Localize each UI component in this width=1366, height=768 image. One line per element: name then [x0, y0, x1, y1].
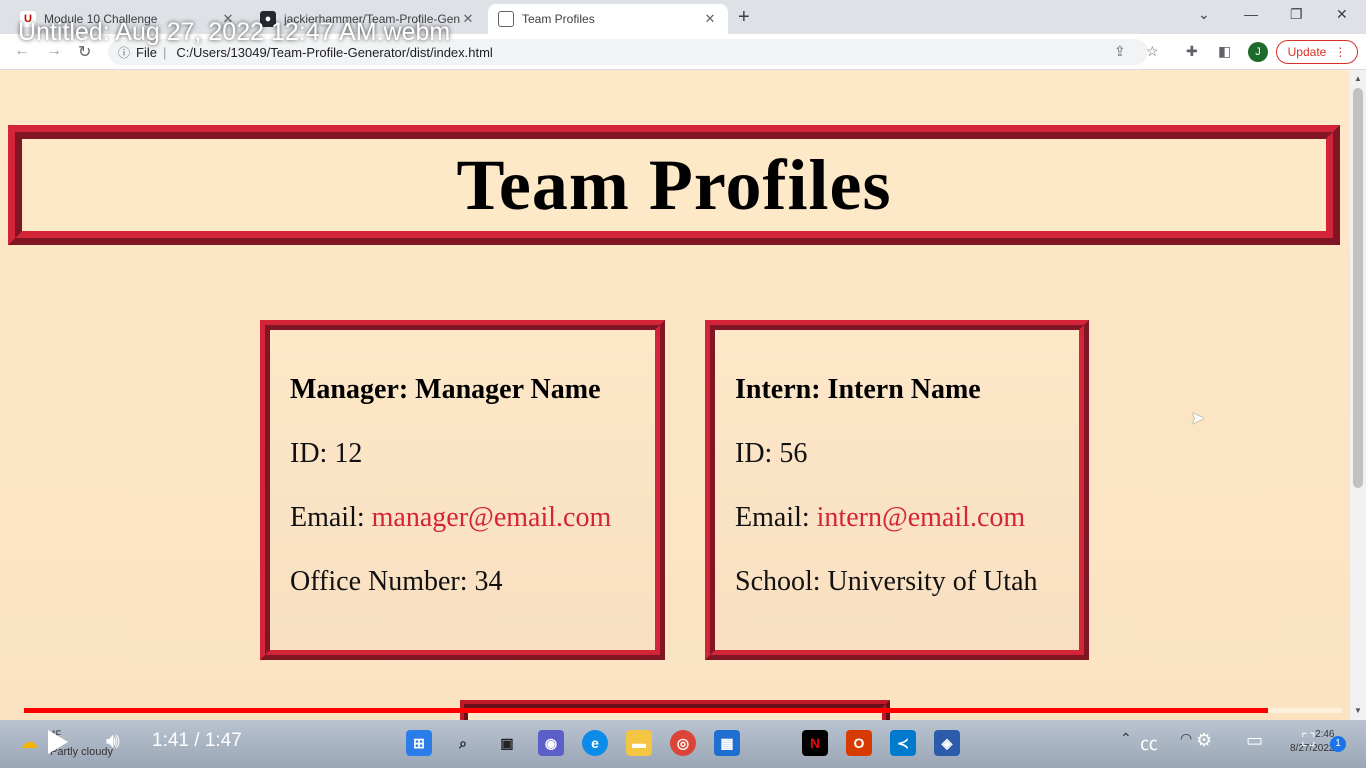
- card-email-row: Email: intern@email.com: [735, 502, 1059, 566]
- page-header: Team Profiles: [8, 125, 1340, 245]
- vscode-icon[interactable]: ≺: [890, 730, 916, 756]
- search-icon[interactable]: ⌕: [450, 730, 476, 756]
- windows-start-icon[interactable]: ⊞: [406, 730, 432, 756]
- card-id: ID: 56: [735, 438, 808, 469]
- video-control-bar: ☁ °F Partly cloudy 🔊︎ 1:41 / 1:47 ⊞ ⌕ ▣ …: [0, 720, 1366, 768]
- tab-search-icon[interactable]: ⌄: [1198, 6, 1210, 23]
- notification-badge[interactable]: 1: [1330, 736, 1346, 752]
- store-icon[interactable]: ▦: [714, 730, 740, 756]
- wifi-icon[interactable]: ◠: [1180, 730, 1192, 747]
- employee-card-manager: Manager: Manager Name ID: 12 Email: mana…: [260, 320, 665, 660]
- tab-team-profiles[interactable]: Team Profiles ✕: [488, 4, 728, 34]
- update-button[interactable]: Update ⋮: [1276, 40, 1358, 64]
- profile-avatar[interactable]: J: [1248, 42, 1268, 62]
- new-tab-button[interactable]: +: [738, 6, 750, 29]
- app-icon[interactable]: ◈: [934, 730, 960, 756]
- share-icon[interactable]: ⇪: [1114, 43, 1126, 60]
- email-link[interactable]: intern@email.com: [817, 502, 1026, 533]
- chrome-icon[interactable]: ◎: [670, 730, 696, 756]
- card-role-name: Intern: Intern Name: [735, 374, 981, 405]
- card-office-number: Office Number: 34: [290, 566, 503, 597]
- scroll-down-icon[interactable]: ▼: [1354, 706, 1362, 715]
- card-role-name: Manager: Manager Name: [290, 374, 601, 405]
- video-progress-fill: [24, 708, 1269, 713]
- netflix-icon[interactable]: N: [802, 730, 828, 756]
- edge-icon[interactable]: e: [582, 730, 608, 756]
- close-tab-icon[interactable]: ✕: [702, 11, 718, 27]
- page-viewport: Team Profiles Manager: Manager Name ID: …: [0, 70, 1350, 720]
- side-panel-icon[interactable]: ◧: [1218, 43, 1231, 60]
- employee-card-intern: Intern: Intern Name ID: 56 Email: intern…: [705, 320, 1089, 660]
- email-label: Email:: [290, 502, 372, 533]
- play-icon[interactable]: [48, 730, 68, 754]
- tab-title: Team Profiles: [522, 12, 595, 26]
- task-view-icon[interactable]: ▣: [494, 730, 520, 756]
- page-scrollbar[interactable]: ▲ ▼: [1350, 70, 1366, 720]
- bookmark-star-icon[interactable]: ☆: [1146, 43, 1159, 60]
- card-email-row: Email: manager@email.com: [290, 502, 635, 566]
- close-tab-icon[interactable]: ✕: [460, 11, 476, 27]
- scrollbar-thumb[interactable]: [1353, 88, 1363, 488]
- close-window-icon[interactable]: ✕: [1336, 6, 1348, 23]
- mouse-cursor-icon: ➤: [1190, 408, 1206, 428]
- restore-icon[interactable]: ❐: [1290, 6, 1303, 23]
- email-label: Email:: [735, 502, 817, 533]
- video-title: Untitled: Aug 27, 2022 12:47 AM.webm: [18, 18, 451, 46]
- settings-gear-icon[interactable]: ⚙: [1196, 730, 1212, 751]
- globe-icon: [498, 11, 514, 27]
- more-menu-icon: ⋮: [1334, 45, 1347, 59]
- file-explorer-icon[interactable]: ▬: [626, 730, 652, 756]
- volume-icon[interactable]: 🔊︎: [106, 728, 120, 754]
- card-school: School: University of Utah: [735, 566, 1038, 597]
- minimize-icon[interactable]: —: [1244, 6, 1258, 22]
- scroll-up-icon[interactable]: ▲: [1354, 74, 1362, 83]
- office-icon[interactable]: O: [846, 730, 872, 756]
- card-id: ID: 12: [290, 438, 363, 469]
- video-timecode: 1:41 / 1:47: [152, 730, 242, 751]
- video-progress-bar[interactable]: [24, 708, 1342, 713]
- captions-icon[interactable]: ㏄: [1140, 730, 1158, 756]
- chevron-up-icon[interactable]: ⌃: [1120, 730, 1132, 747]
- fullscreen-icon[interactable]: ⛶: [1302, 730, 1315, 751]
- weather-icon: ☁: [20, 732, 38, 752]
- update-label: Update: [1287, 45, 1327, 59]
- extensions-icon[interactable]: ✚: [1186, 43, 1198, 60]
- email-link[interactable]: manager@email.com: [372, 502, 612, 533]
- miniplayer-icon[interactable]: ▭: [1246, 730, 1263, 751]
- chat-icon[interactable]: ◉: [538, 730, 564, 756]
- page-title: Team Profiles: [456, 144, 892, 225]
